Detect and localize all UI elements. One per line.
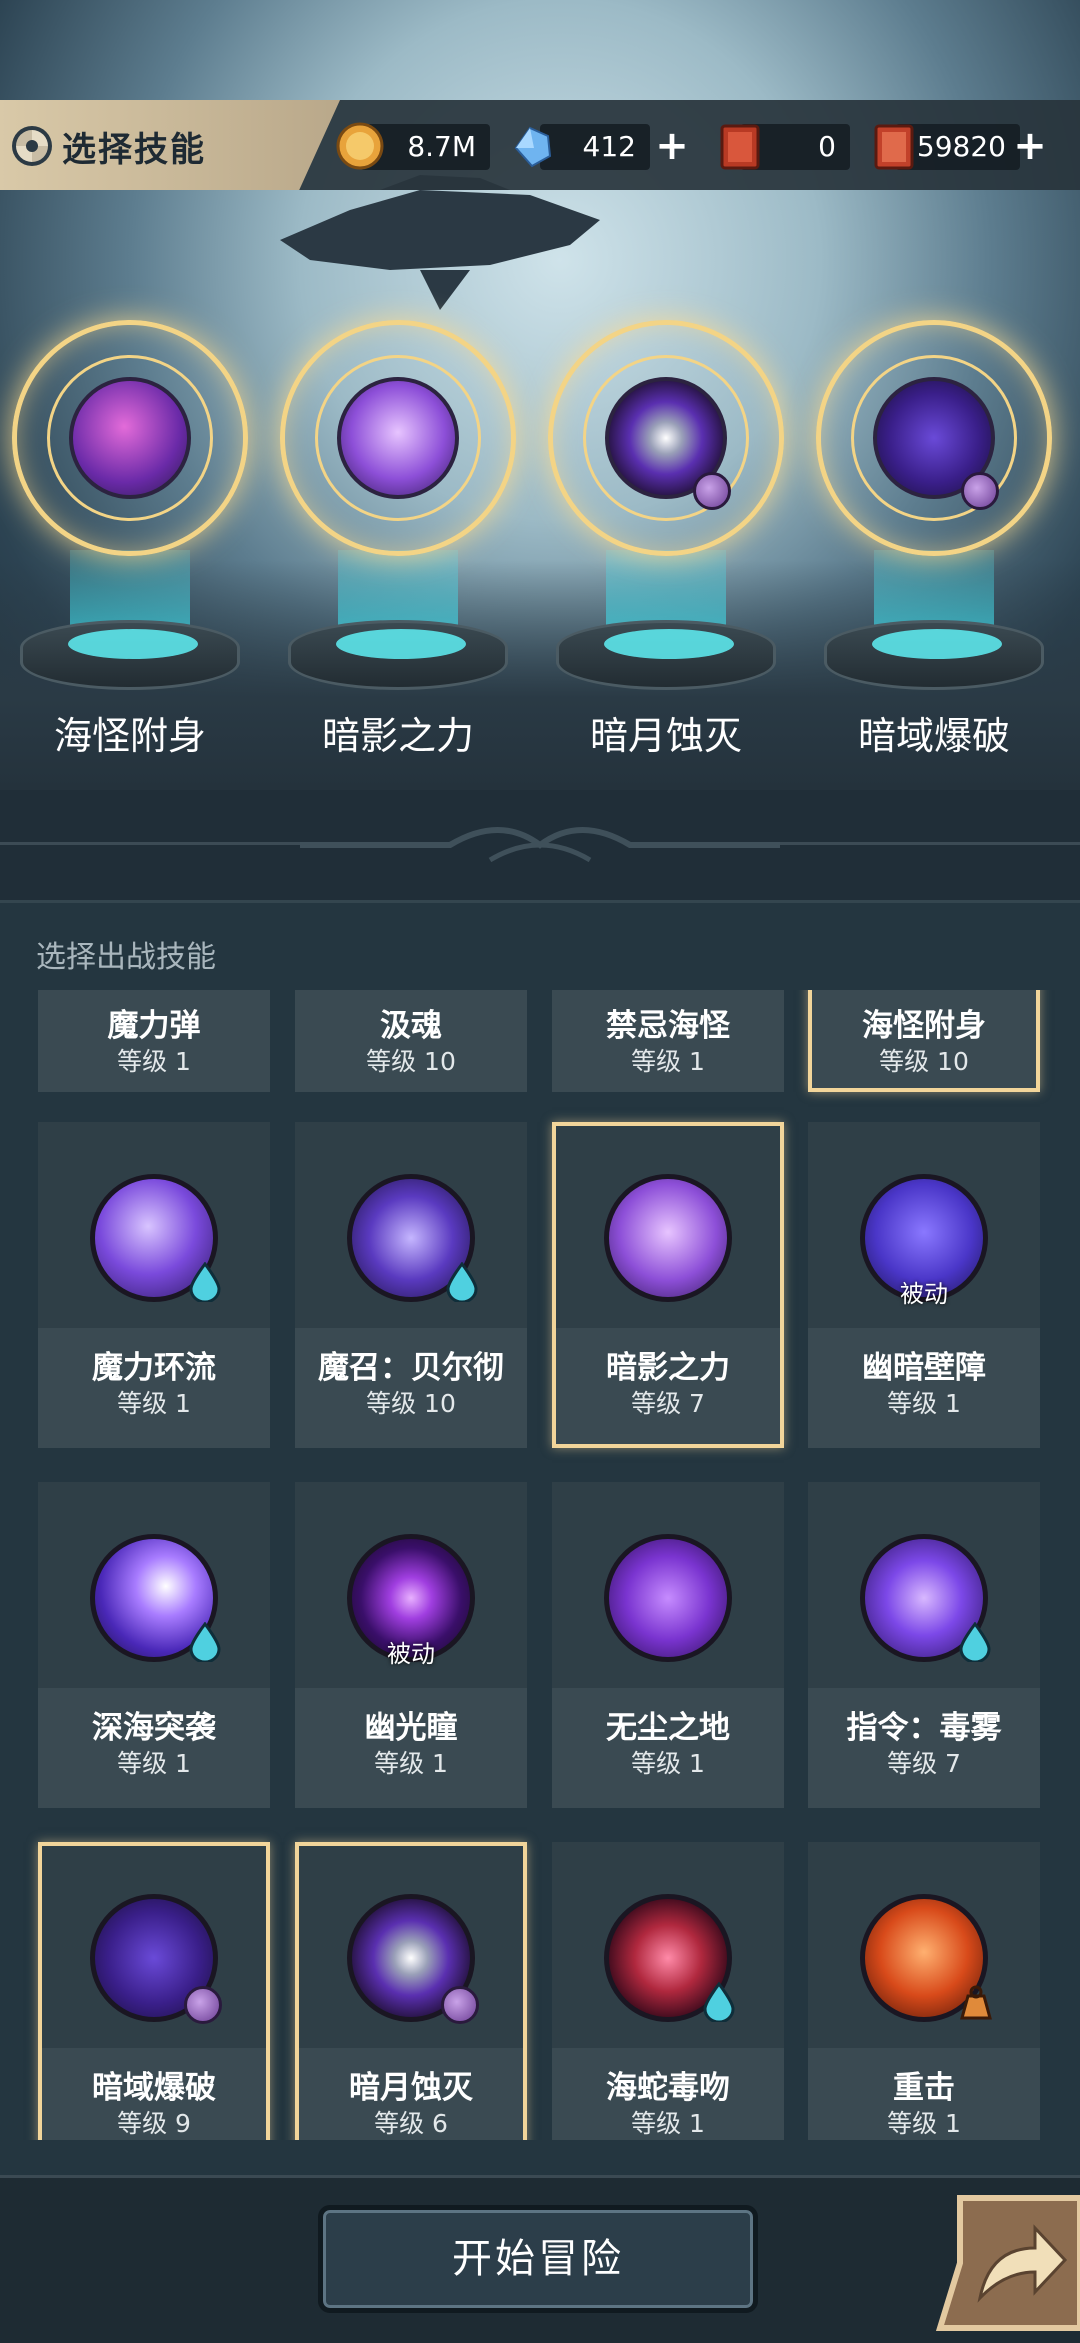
passive-tag: 被动 <box>387 1640 435 1668</box>
start-button-label: 开始冒险 <box>452 2236 624 2282</box>
shadow-power-icon <box>337 377 459 499</box>
skill-card-magic-bolt[interactable]: 魔力弹 等级 1 <box>38 990 270 1092</box>
skill-card-dark-moon-eclipse[interactable]: 暗月蚀灭 等级 6 <box>295 1842 527 2140</box>
skill-card-forbidden-sea-monster[interactable]: 禁忌海怪 等级 1 <box>552 990 784 1092</box>
skill-card-sea-monster-possession[interactable]: 海怪附身 等级 10 <box>808 990 1040 1092</box>
skill-card-sea-serpent-kiss[interactable]: 海蛇毒吻 等级 1 <box>552 1842 784 2140</box>
panel-title: 选择出战技能 <box>36 940 216 975</box>
orb-badge-icon <box>961 472 999 510</box>
page-title: 选择技能 <box>62 130 206 170</box>
swirl-icon <box>12 126 52 166</box>
pedestal <box>288 620 508 690</box>
skill-card-dark-domain-blast[interactable]: 暗域爆破 等级 9 <box>38 1842 270 2140</box>
ornament-icon <box>300 827 780 863</box>
dustless-land-icon <box>604 1534 732 1662</box>
add-crystal-button[interactable]: + <box>652 126 692 166</box>
skill-card-command-poison-fog[interactable]: 指令：毒雾 等级 7 <box>808 1482 1040 1808</box>
water-drop-icon <box>703 1982 735 2022</box>
skill-name: 深海突袭 <box>92 1710 216 1746</box>
water-drop-icon <box>959 1622 991 1662</box>
magic-circle <box>12 320 248 556</box>
skill-level: 等级 9 <box>117 2109 191 2138</box>
water-drop-icon <box>189 1262 221 1302</box>
shadow-power-icon <box>604 1174 732 1302</box>
ticket-b-value: 59820 <box>916 130 1006 163</box>
skill-card-glow-eye[interactable]: 被动 幽光瞳 等级 1 <box>295 1482 527 1808</box>
pedestal <box>824 620 1044 690</box>
magic-circle <box>548 320 784 556</box>
skill-name: 无尘之地 <box>606 1710 730 1746</box>
weight-icon <box>960 1985 992 2020</box>
ticket-icon <box>720 124 760 170</box>
skill-name: 禁忌海怪 <box>606 1008 730 1044</box>
equipped-skill-name: 暗月蚀灭 <box>589 714 742 758</box>
start-adventure-button[interactable]: 开始冒险 <box>318 2205 758 2313</box>
water-drop-icon <box>446 1262 478 1302</box>
skill-name: 指令：毒雾 <box>846 1710 1002 1746</box>
skill-card-deep-sea-strike[interactable]: 深海突袭 等级 1 <box>38 1482 270 1808</box>
share-arrow-button[interactable] <box>930 2188 1080 2338</box>
pedestal <box>20 620 240 690</box>
skill-card-shadow-power[interactable]: 暗影之力 等级 7 <box>552 1122 784 1448</box>
skill-level: 等级 7 <box>631 1389 705 1418</box>
voucher-icon <box>874 124 914 170</box>
orb-badge-icon <box>441 1986 479 2024</box>
add-voucher-button[interactable]: + <box>1010 126 1050 166</box>
skill-name: 暗域爆破 <box>92 2070 216 2106</box>
crystal-value: 412 <box>582 130 636 163</box>
skill-name: 幽暗壁障 <box>862 1350 986 1386</box>
coin-value: 8.7M <box>407 130 476 163</box>
skill-level: 等级 1 <box>887 2109 961 2138</box>
skill-level: 等级 10 <box>879 1047 969 1076</box>
skill-name: 海怪附身 <box>862 1008 986 1044</box>
skill-card-dark-barrier[interactable]: 被动 幽暗壁障 等级 1 <box>808 1122 1040 1448</box>
skill-name: 海蛇毒吻 <box>606 2070 730 2106</box>
skill-level: 等级 1 <box>631 1749 705 1778</box>
skill-level: 等级 1 <box>117 1389 191 1418</box>
water-drop-icon <box>189 1622 221 1662</box>
magic-circle <box>280 320 516 556</box>
skill-level: 等级 10 <box>366 1047 456 1076</box>
skill-name: 暗月蚀灭 <box>349 2070 473 2106</box>
coin-icon <box>336 122 384 170</box>
skill-level: 等级 1 <box>117 1047 191 1076</box>
skill-level: 等级 7 <box>887 1749 961 1778</box>
passive-tag: 被动 <box>900 1280 948 1308</box>
section-divider <box>0 790 1080 900</box>
orb-badge-icon <box>184 1986 222 2024</box>
skill-level: 等级 1 <box>631 1047 705 1076</box>
equipped-skill-name: 暗域爆破 <box>857 714 1010 758</box>
magic-circle <box>816 320 1052 556</box>
skill-level: 等级 6 <box>374 2109 448 2138</box>
skill-name: 重击 <box>893 2070 955 2106</box>
skill-level: 等级 1 <box>631 2109 705 2138</box>
skill-card-mana-flow[interactable]: 魔力环流 等级 1 <box>38 1122 270 1448</box>
airship-silhouette <box>280 175 600 310</box>
crystal-icon <box>514 126 552 168</box>
skill-card-dustless-land[interactable]: 无尘之地 等级 1 <box>552 1482 784 1808</box>
skill-level: 等级 10 <box>366 1389 456 1418</box>
skill-name: 魔召：贝尔彻 <box>318 1350 504 1386</box>
equipped-skill-name: 暗影之力 <box>321 714 474 758</box>
skill-level: 等级 1 <box>374 1749 448 1778</box>
pedestal <box>556 620 776 690</box>
skill-name: 魔力弹 <box>107 1008 201 1044</box>
skill-name: 幽光瞳 <box>364 1710 458 1746</box>
skill-card-heavy-strike[interactable]: 重击 等级 1 <box>808 1842 1040 2140</box>
skill-name: 暗影之力 <box>606 1350 730 1386</box>
ticket-a-value: 0 <box>818 130 836 163</box>
skill-card-summon-belch[interactable]: 魔召：贝尔彻 等级 10 <box>295 1122 527 1448</box>
skill-name: 汲魂 <box>380 1008 442 1044</box>
skill-grid: 魔力弹 等级 1 汲魂 等级 10 禁忌海怪 等级 1 海怪附身 等级 10 魔… <box>0 990 1080 2140</box>
sea-monster-possession-icon <box>69 377 191 499</box>
skill-card-soul-drain[interactable]: 汲魂 等级 10 <box>295 990 527 1092</box>
equipped-skill-name: 海怪附身 <box>53 714 206 758</box>
skill-name: 魔力环流 <box>92 1350 216 1386</box>
skill-level: 等级 1 <box>887 1389 961 1418</box>
orb-badge-icon <box>693 472 731 510</box>
skill-level: 等级 1 <box>117 1749 191 1778</box>
